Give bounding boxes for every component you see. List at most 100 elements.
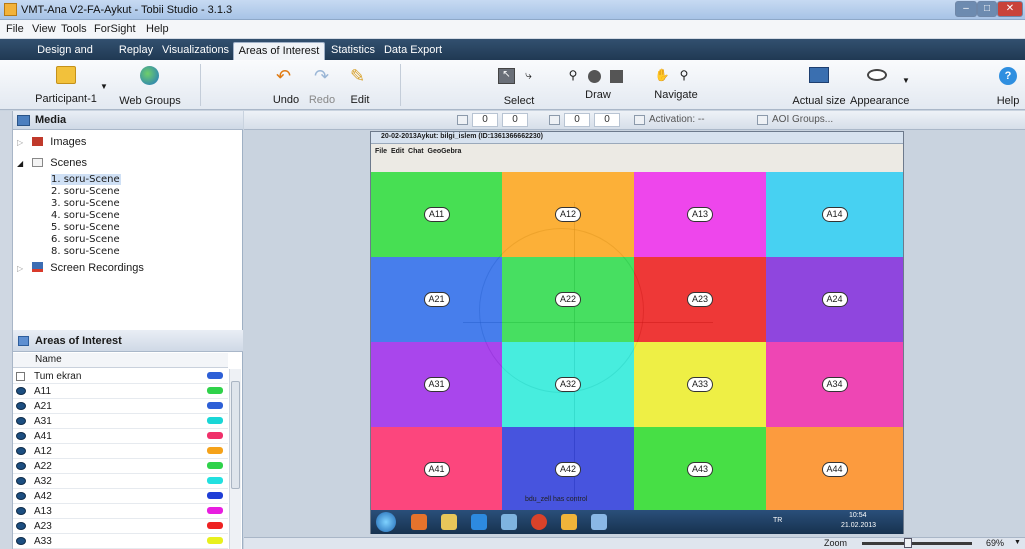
aoi-color-swatch[interactable] [207,462,223,469]
aoi-color-swatch[interactable] [207,402,223,409]
aoi-list-item[interactable]: A31 [13,414,228,429]
close-button[interactable]: ✕ [997,1,1023,17]
value-box[interactable]: 0 [472,113,498,127]
zoom-slider-thumb[interactable] [903,538,912,548]
aoi-list-item[interactable]: A22 [13,459,228,474]
aoi-list-item[interactable]: A42 [13,489,228,504]
tab-data-export[interactable]: Data Export [383,42,443,60]
tab-visualizations[interactable]: Visualizations [162,42,229,60]
chevron-down-icon[interactable]: ▼ [902,76,910,85]
appearance-button[interactable]: Appearance [850,66,909,108]
cursor-icon[interactable]: ↖ [498,68,515,84]
aoi-color-swatch[interactable] [207,387,223,394]
rectangle-icon[interactable] [610,70,623,83]
aoi-color-swatch[interactable] [207,522,223,529]
value-box[interactable]: 0 [502,113,528,127]
value-box[interactable]: 0 [594,113,620,127]
aoi-label[interactable]: A13 [687,207,713,222]
aoi-list-item[interactable]: A33 [13,534,228,549]
aoi-color-swatch[interactable] [207,477,223,484]
aoi-label[interactable]: A41 [423,462,450,477]
scene-item[interactable]: 3. soru-Scene [51,198,121,209]
aoi-color-swatch[interactable] [207,492,223,499]
aoi-list-item[interactable]: A21 [13,399,228,414]
eye-icon[interactable] [16,507,26,515]
visibility-checkbox[interactable] [16,372,25,381]
aoi-color-swatch[interactable] [207,372,223,379]
scrollbar-thumb[interactable] [231,381,240,489]
aoi-list-item[interactable]: A12 [13,444,228,459]
eye-icon[interactable] [16,462,26,470]
frame-icon[interactable] [549,115,560,125]
scene-item[interactable]: 1. soru-Scene [51,174,121,185]
scene-item[interactable]: 8. soru-Scene [51,246,121,257]
help-button[interactable]: ? Help [994,66,1022,108]
expand-icon[interactable]: ▷ [17,138,23,147]
aoi-list-scrollbar[interactable] [229,369,241,549]
aoi-list-item[interactable]: A11 [13,384,228,399]
scene-item[interactable]: 4. soru-Scene [51,210,121,221]
tab-replay[interactable]: Replay [114,42,158,60]
zoom-slider[interactable] [862,538,972,548]
pin-icon[interactable]: ⚲ [566,68,580,84]
aoi-list-item[interactable]: Tum ekran [13,369,228,384]
aoi-list-item[interactable]: A41 [13,429,228,444]
eye-icon[interactable] [16,492,26,500]
eye-icon[interactable] [16,537,26,545]
scene-item[interactable]: 2. soru-Scene [51,186,121,197]
menu-tools[interactable]: Tools [61,23,87,35]
tree-item-images[interactable]: ▷ Images [17,136,86,148]
web-groups-button[interactable]: Web Groups [118,66,182,108]
chevron-down-icon[interactable]: ▼ [1014,539,1021,546]
maximize-button[interactable]: □ [977,1,997,17]
aoi-label[interactable]: A31 [423,377,450,392]
aoi-label[interactable]: A32 [555,377,581,392]
minimize-button[interactable]: – [955,1,977,17]
eye-icon[interactable] [16,447,26,455]
participant-button[interactable]: Participant-1 [30,66,102,108]
aoi-label[interactable]: A12 [555,207,581,222]
edit-button[interactable]: ✎ Edit [340,66,380,108]
collapse-icon[interactable]: ◢ [17,159,23,168]
scene-item[interactable]: 5. soru-Scene [51,222,121,233]
aoi-label[interactable]: A44 [821,462,848,477]
menu-forsight[interactable]: ForSight [94,23,136,35]
tree-item-scenes[interactable]: ◢ Scenes [17,157,87,169]
aoi-color-swatch[interactable] [207,537,223,544]
zoom-icon[interactable]: ⚲ [676,68,692,84]
aoi-label[interactable]: A23 [687,292,713,307]
aoi-list-item[interactable]: A13 [13,504,228,519]
aoi-label[interactable]: A33 [687,377,713,392]
aoi-label[interactable]: A14 [821,207,848,222]
aoi-label[interactable]: A42 [555,462,581,477]
menu-help[interactable]: Help [146,23,169,35]
lasso-icon[interactable]: ⤷ [520,68,537,84]
aoi-label[interactable]: A11 [423,207,450,222]
aoi-label[interactable]: A21 [423,292,450,307]
name-column-header[interactable]: Name [35,354,62,365]
expand-icon[interactable]: ▷ [17,264,23,273]
actual-size-button[interactable]: Actual size [790,66,848,108]
aoi-list-item[interactable]: A32 [13,474,228,489]
tab-statistics[interactable]: Statistics [327,42,379,60]
eye-icon[interactable] [16,387,26,395]
aoi-label[interactable]: A34 [821,377,848,392]
tab-areas-of-interest[interactable]: Areas of Interest [233,42,325,60]
activation-label[interactable]: Activation: -- [649,114,705,125]
scene-item[interactable]: 6. soru-Scene [51,234,121,245]
eye-icon[interactable] [16,432,26,440]
value-box[interactable]: 0 [564,113,590,127]
undo-button[interactable]: ↶ Undo [268,66,304,108]
tab-design-and-record[interactable]: Design and Record [20,42,110,72]
redo-button[interactable]: ↷ Redo [306,66,338,108]
aoi-color-swatch[interactable] [207,432,223,439]
menu-view[interactable]: View [32,23,56,35]
aoi-label[interactable]: A43 [687,462,713,477]
aoi-color-swatch[interactable] [207,507,223,514]
eye-icon[interactable] [16,417,26,425]
tree-item-screen-recordings[interactable]: ▷ Screen Recordings [17,262,144,274]
eye-icon[interactable] [16,522,26,530]
timeline-icon[interactable] [457,115,468,125]
aoi-color-swatch[interactable] [207,447,223,454]
ellipse-icon[interactable] [588,70,601,83]
